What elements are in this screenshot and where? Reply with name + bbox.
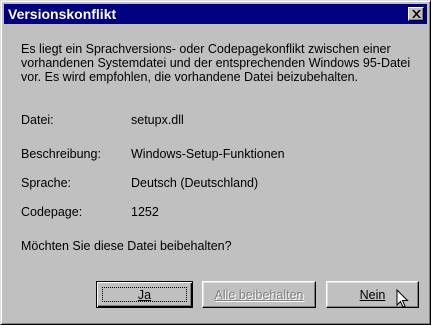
detail-label-codepage: Codepage: xyxy=(21,205,83,219)
close-button[interactable] xyxy=(408,7,424,21)
detail-value-language: Deutsch (Deutschland) xyxy=(131,176,259,190)
detail-label-description: Beschreibung: xyxy=(21,147,101,161)
close-icon xyxy=(412,10,421,18)
detail-value-file: setupx.dll xyxy=(131,113,184,127)
yes-button[interactable]: Ja xyxy=(96,281,193,308)
title-bar[interactable]: Versionskonflikt xyxy=(4,4,427,24)
question-text: Möchten Sie diese Datei beibehalten? xyxy=(21,239,232,253)
detail-value-description: Windows-Setup-Funktionen xyxy=(131,147,285,161)
arrow-cursor-icon xyxy=(396,289,409,308)
detail-label-language: Sprache: xyxy=(21,176,72,190)
detail-value-codepage: 1252 xyxy=(131,205,159,219)
keep-all-button[interactable]: Alle beibehalten xyxy=(202,281,316,308)
detail-label-file: Datei: xyxy=(21,113,54,127)
window-title: Versionskonflikt xyxy=(8,6,117,22)
dialog-window: Versionskonflikt Es liegt ein Sprachvers… xyxy=(0,0,431,325)
keep-all-button-label: Alle beibehalten xyxy=(214,287,304,302)
no-button-label: Nein xyxy=(359,287,386,302)
focus-rectangle xyxy=(102,287,187,302)
message-text: Es liegt ein Sprachversions- oder Codepa… xyxy=(21,42,411,84)
